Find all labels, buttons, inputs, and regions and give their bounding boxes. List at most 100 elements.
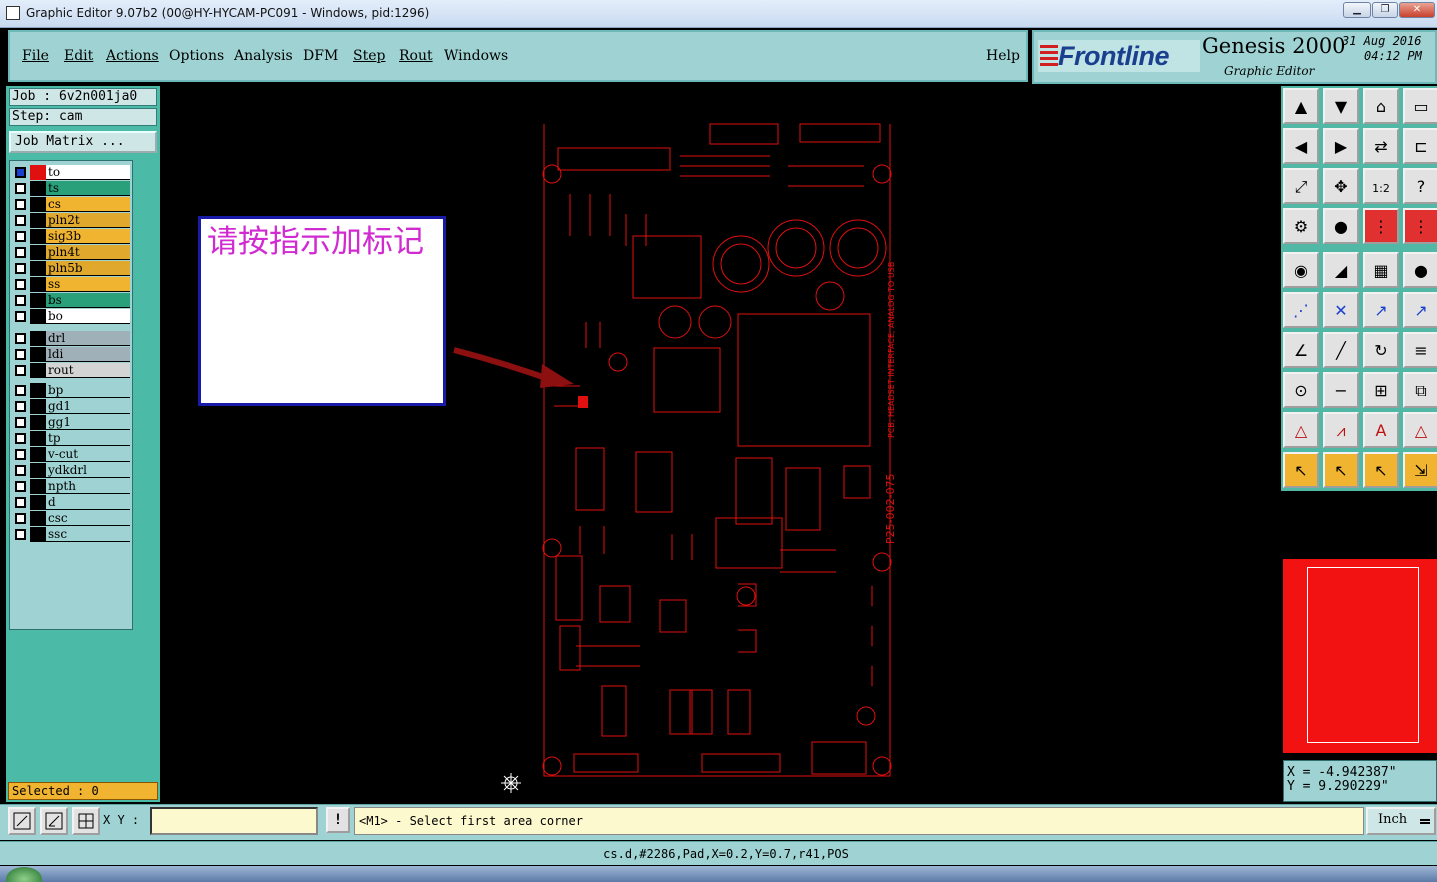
xy-input[interactable] [150, 807, 318, 835]
line-blue-button[interactable]: ↗ [1403, 292, 1437, 328]
layer-checkbox[interactable] [15, 449, 26, 460]
layer-row-pln4t[interactable]: pln4t [12, 245, 130, 260]
layer-checkbox[interactable] [15, 167, 26, 178]
menu-step[interactable]: Step [353, 48, 385, 64]
menu-windows[interactable]: Windows [444, 48, 508, 64]
layer-row-drl[interactable]: drl [12, 331, 130, 346]
layer-checkbox[interactable] [15, 311, 26, 322]
layer-row-pln5b[interactable]: pln5b [12, 261, 130, 276]
dot-button[interactable]: ● [1403, 252, 1437, 288]
layer-checkbox[interactable] [15, 433, 26, 444]
cross-delete-button[interactable]: ✕ [1323, 292, 1359, 328]
menu-help[interactable]: Help [986, 48, 1020, 64]
zoom-grid-button[interactable] [72, 807, 100, 835]
snap-button[interactable]: ◉ [1283, 252, 1319, 288]
help-button[interactable]: ? [1403, 168, 1437, 204]
layer-checkbox[interactable] [15, 465, 26, 476]
layer-row-rout[interactable]: rout [12, 363, 130, 378]
menu-dfm[interactable]: DFM [303, 48, 338, 64]
home-button[interactable]: ⌂ [1363, 88, 1399, 124]
layer-checkbox[interactable] [15, 247, 26, 258]
layer-checkbox[interactable] [15, 401, 26, 412]
move-point-button[interactable]: ⊙ [1283, 372, 1319, 408]
select-arrow-box-button[interactable]: ↖ [1323, 452, 1359, 488]
zoom-line-button[interactable] [40, 807, 68, 835]
exclamation-button[interactable]: ! [326, 807, 350, 833]
menu-options[interactable]: Options [169, 48, 224, 64]
menu-file[interactable]: File [22, 48, 49, 64]
layer-checkbox[interactable] [15, 231, 26, 242]
layer-checkbox[interactable] [15, 349, 26, 360]
minimize-button[interactable]: ▁ [1343, 2, 1371, 18]
line-red-button[interactable]: ╱ [1323, 332, 1359, 368]
layer-row-tp[interactable]: tp [12, 431, 130, 446]
layer-checkbox[interactable] [15, 481, 26, 492]
angle-button[interactable]: ∠ [1283, 332, 1319, 368]
draw-button[interactable]: ◢ [1323, 252, 1359, 288]
layer-row-csc[interactable]: csc [12, 511, 130, 526]
text-a-button[interactable]: A [1363, 412, 1399, 448]
layer-checkbox[interactable] [15, 295, 26, 306]
menu-analysis[interactable]: Analysis [234, 48, 293, 64]
triangle-up-button[interactable]: ⩘ [1323, 412, 1359, 448]
select-net-button[interactable]: ⇲ [1403, 452, 1437, 488]
layer-row-bp[interactable]: bp [12, 383, 130, 398]
layer-checkbox[interactable] [15, 365, 26, 376]
hatch-button[interactable]: ≡ [1403, 332, 1437, 368]
move-down-button[interactable]: ▼ [1323, 88, 1359, 124]
job-matrix-button[interactable]: Job Matrix ... [9, 131, 157, 153]
layer-row-ssc[interactable]: ssc [12, 527, 130, 542]
layer-row-bs[interactable]: bs [12, 293, 130, 308]
menu-rout[interactable]: Rout [399, 48, 433, 64]
overview-window[interactable] [1283, 493, 1437, 757]
measure-button[interactable]: ▦ [1363, 252, 1399, 288]
copy-button[interactable]: ⧉ [1403, 372, 1437, 408]
units-select[interactable]: Inch [1366, 807, 1436, 835]
menu-actions[interactable]: Actions [106, 48, 159, 64]
layer-row-cs[interactable]: cs [12, 197, 130, 212]
move-right-button[interactable]: ▶ [1323, 128, 1359, 164]
layer-row-ldi[interactable]: ldi [12, 347, 130, 362]
layer-row-gd1[interactable]: gd1 [12, 399, 130, 414]
layer-checkbox[interactable] [15, 183, 26, 194]
swap-button[interactable]: ⇄ [1363, 128, 1399, 164]
layer-row-to[interactable]: to [12, 165, 130, 180]
close-button[interactable]: ✕ [1399, 2, 1435, 18]
layer-checkbox[interactable] [15, 497, 26, 508]
layer-checkbox[interactable] [15, 199, 26, 210]
layer-row-d[interactable]: d [12, 495, 130, 510]
layer-row-ss[interactable]: ss [12, 277, 130, 292]
layer-checkbox[interactable] [15, 513, 26, 524]
layer-row-v-cut[interactable]: v-cut [12, 447, 130, 462]
layer-checkbox[interactable] [15, 263, 26, 274]
connect-points-button[interactable]: ⋰ [1283, 292, 1319, 328]
layer-checkbox[interactable] [15, 333, 26, 344]
ruler-gear-button[interactable]: ⚙ [1283, 208, 1319, 244]
step-button[interactable]: ⊏ [1403, 128, 1437, 164]
line-point-button[interactable]: ↗ [1363, 292, 1399, 328]
rotate-button[interactable]: ↻ [1363, 332, 1399, 368]
center-button[interactable]: ✥ [1323, 168, 1359, 204]
select-arrow-button[interactable]: ↖ [1283, 452, 1319, 488]
move-up-button[interactable]: ▲ [1283, 88, 1319, 124]
zoom-area-button[interactable] [8, 807, 36, 835]
minus-button[interactable]: − [1323, 372, 1359, 408]
layer-row-ydkdrl[interactable]: ydkdrl [12, 463, 130, 478]
layer-checkbox[interactable] [15, 417, 26, 428]
one-to-two-button[interactable]: 1:2 [1363, 168, 1399, 204]
red-connect-button[interactable]: ⋮ [1363, 208, 1399, 244]
restore-button[interactable]: ❐ [1372, 2, 1398, 18]
measure-box-button[interactable]: ⊞ [1363, 372, 1399, 408]
layer-checkbox[interactable] [15, 385, 26, 396]
triangle-lines-button[interactable]: △ [1403, 412, 1437, 448]
layer-row-pln2t[interactable]: pln2t [12, 213, 130, 228]
layer-checkbox[interactable] [15, 279, 26, 290]
layer-row-bo[interactable]: bo [12, 309, 130, 324]
start-button[interactable] [6, 867, 42, 882]
move-left-button[interactable]: ◀ [1283, 128, 1319, 164]
pad-button[interactable]: ● [1323, 208, 1359, 244]
layer-row-npth[interactable]: npth [12, 479, 130, 494]
layer-checkbox[interactable] [15, 215, 26, 226]
triangle-fill-button[interactable]: △ [1283, 412, 1319, 448]
layer-checkbox[interactable] [15, 529, 26, 540]
